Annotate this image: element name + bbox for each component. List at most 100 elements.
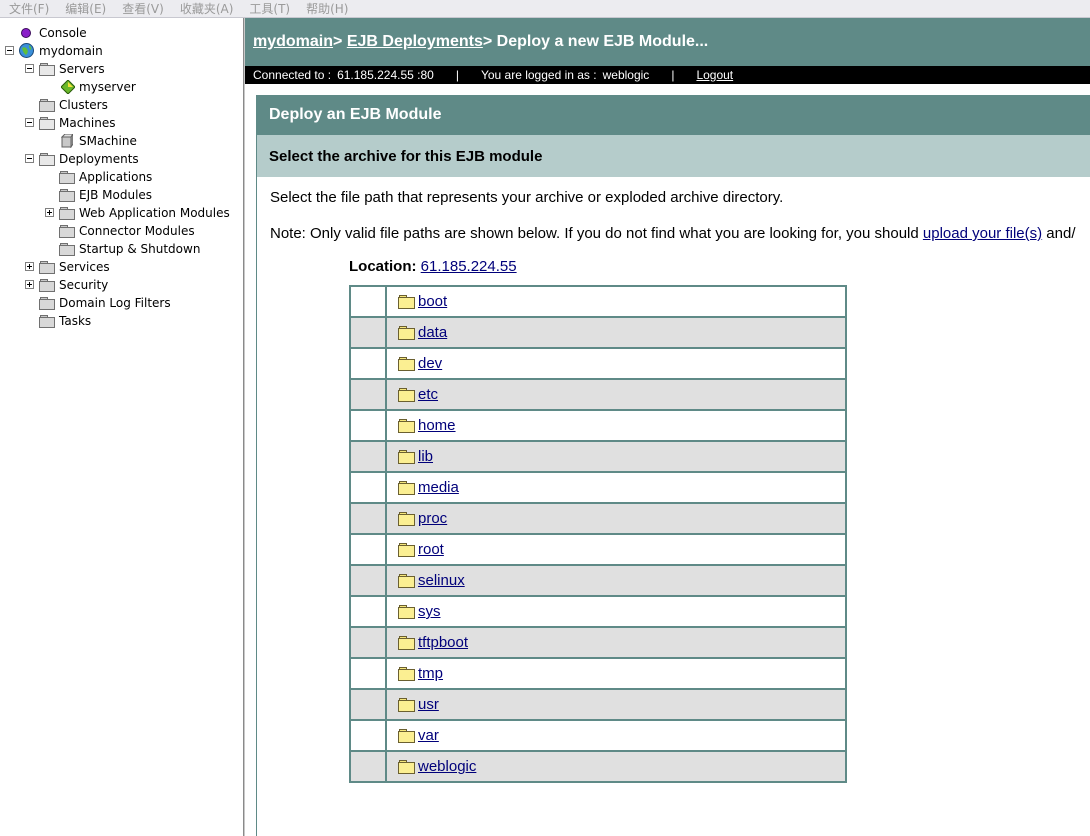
tree-item-connector-modules[interactable]: Connector Modules <box>0 222 240 240</box>
menu-edit[interactable]: 编辑(E) <box>65 0 106 17</box>
folder-open-icon <box>39 153 55 166</box>
status-divider: | <box>455 68 459 82</box>
location-link[interactable]: 61.185.224.55 <box>421 258 517 275</box>
breadcrumb-separator: > <box>482 33 497 50</box>
select-cell[interactable] <box>349 750 387 783</box>
folder-name-cell: selinux <box>385 564 847 597</box>
folder-link[interactable]: boot <box>418 293 447 310</box>
tree-item-applications[interactable]: Applications <box>0 168 240 186</box>
folder-link[interactable]: tftpboot <box>418 634 468 651</box>
tree-item-myserver[interactable]: myserver <box>0 78 240 96</box>
folder-link[interactable]: sys <box>418 603 441 620</box>
folder-entry: root <box>398 541 444 558</box>
select-cell[interactable] <box>349 564 387 597</box>
folder-link[interactable]: weblogic <box>418 758 476 775</box>
select-cell[interactable] <box>349 409 387 442</box>
folder-link[interactable]: tmp <box>418 665 443 682</box>
select-cell[interactable] <box>349 285 387 318</box>
tree-item-services[interactable]: Services <box>0 258 240 276</box>
collapse-toggle-icon[interactable] <box>25 118 34 127</box>
select-cell[interactable] <box>349 347 387 380</box>
collapse-toggle-icon[interactable] <box>25 154 34 163</box>
folder-icon <box>398 574 415 588</box>
folder-link[interactable]: home <box>418 417 456 434</box>
tree-item-servers[interactable]: Servers <box>0 60 240 78</box>
folder-icon <box>39 297 55 310</box>
folder-icon <box>398 729 415 743</box>
tree-item-deployments[interactable]: Deployments <box>0 150 240 168</box>
folder-link[interactable]: lib <box>418 448 433 465</box>
table-row: etc <box>349 378 847 411</box>
tree-item-ejb-modules[interactable]: EJB Modules <box>0 186 240 204</box>
tree-item-tasks[interactable]: Tasks <box>0 312 240 330</box>
select-cell[interactable] <box>349 688 387 721</box>
breadcrumb-link-ejb-deployments[interactable]: EJB Deployments <box>347 33 483 50</box>
folder-name-cell: var <box>385 719 847 752</box>
tree-item-console[interactable]: Console <box>0 24 240 42</box>
folder-link[interactable]: media <box>418 479 459 496</box>
tree-label-security: Security <box>59 278 109 292</box>
select-cell[interactable] <box>349 378 387 411</box>
tree-item-clusters[interactable]: Clusters <box>0 96 240 114</box>
folder-name-cell: usr <box>385 688 847 721</box>
folder-link[interactable]: proc <box>418 510 447 527</box>
folder-icon <box>398 450 415 464</box>
logged-in-user: weblogic <box>602 68 650 82</box>
tree-item-startup-shutdown[interactable]: Startup & Shutdown <box>0 240 240 258</box>
select-cell[interactable] <box>349 533 387 566</box>
folder-entry: tftpboot <box>398 634 468 651</box>
expand-toggle-icon[interactable] <box>25 280 34 289</box>
tree-label-clusters: Clusters <box>59 98 108 112</box>
upload-files-link[interactable]: upload your file(s) <box>923 225 1042 242</box>
note-prefix: Note: Only valid file paths are shown be… <box>270 225 923 242</box>
select-cell[interactable] <box>349 471 387 504</box>
select-cell[interactable] <box>349 626 387 659</box>
folder-link[interactable]: selinux <box>418 572 465 589</box>
select-cell[interactable] <box>349 502 387 535</box>
folder-link[interactable]: dev <box>418 355 442 372</box>
folder-link[interactable]: usr <box>418 696 439 713</box>
select-cell[interactable] <box>349 595 387 628</box>
folder-name-cell: lib <box>385 440 847 473</box>
tree-item-machines[interactable]: Machines <box>0 114 240 132</box>
tree-item-smachine[interactable]: SMachine <box>0 132 240 150</box>
folder-link[interactable]: root <box>418 541 444 558</box>
folder-link[interactable]: var <box>418 727 439 744</box>
status-bar: Connected to : 61.185.224.55 :80 | You a… <box>245 66 1090 84</box>
menu-help[interactable]: 帮助(H) <box>306 0 348 17</box>
table-row: media <box>349 471 847 504</box>
tree-label-servers: Servers <box>59 62 105 76</box>
tree-item-web-app-modules[interactable]: Web Application Modules <box>0 204 240 222</box>
tree-item-domain-log-filters[interactable]: Domain Log Filters <box>0 294 240 312</box>
folder-icon <box>398 295 415 309</box>
menu-view[interactable]: 查看(V) <box>122 0 164 17</box>
collapse-toggle-icon[interactable] <box>25 64 34 73</box>
select-cell[interactable] <box>349 440 387 473</box>
folder-open-icon <box>39 63 55 76</box>
expand-toggle-icon[interactable] <box>45 208 54 217</box>
select-cell[interactable] <box>349 316 387 349</box>
tree-item-mydomain[interactable]: mydomain <box>0 42 240 60</box>
logged-in-label: You are logged in as : <box>480 68 597 82</box>
select-cell[interactable] <box>349 657 387 690</box>
folder-icon <box>398 357 415 371</box>
breadcrumb-link-mydomain[interactable]: mydomain <box>253 33 333 50</box>
deploy-panel: Deploy an EJB Module Select the archive … <box>256 95 1090 836</box>
menu-favorites[interactable]: 收藏夹(A) <box>180 0 234 17</box>
folder-name-cell: tftpboot <box>385 626 847 659</box>
logout-link[interactable]: Logout <box>696 68 733 82</box>
select-cell[interactable] <box>349 719 387 752</box>
menu-file[interactable]: 文件(F) <box>9 0 49 17</box>
tree-item-security[interactable]: Security <box>0 276 240 294</box>
note-suffix: and/ <box>1042 225 1076 242</box>
connected-value: 61.185.224.55 :80 <box>337 68 434 82</box>
expand-toggle-icon[interactable] <box>25 262 34 271</box>
tree-label-connector-modules: Connector Modules <box>79 224 195 238</box>
folder-link[interactable]: data <box>418 324 447 341</box>
breadcrumb-current: Deploy a new EJB Module... <box>496 33 709 50</box>
menu-tools[interactable]: 工具(T) <box>249 0 290 17</box>
folder-icon <box>398 481 415 495</box>
collapse-toggle-icon[interactable] <box>5 46 14 55</box>
folder-link[interactable]: etc <box>418 386 438 403</box>
tree-label-services: Services <box>59 260 110 274</box>
